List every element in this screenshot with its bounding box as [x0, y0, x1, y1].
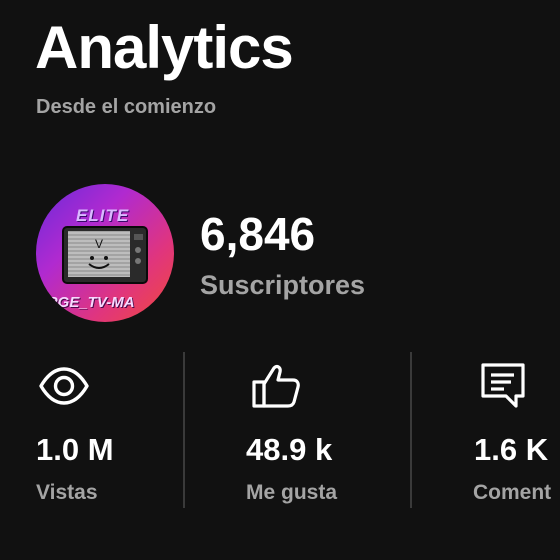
stat-comments-value: 1.6 K: [474, 432, 549, 467]
eye-icon: [39, 367, 89, 405]
subscriber-count: 6,846: [200, 208, 316, 260]
svg-text:V: V: [95, 237, 103, 251]
stat-likes-label: Me gusta: [246, 481, 338, 504]
stat-divider: [183, 352, 185, 508]
stat-likes-value: 48.9 k: [246, 432, 333, 467]
stat-comments-label: Coment: [473, 481, 552, 504]
page-subtitle: Desde el comienzo: [36, 96, 217, 118]
subscriber-label: Suscriptores: [200, 270, 366, 300]
comment-icon: [481, 363, 525, 408]
stat-views-label: Vistas: [36, 481, 98, 504]
stat-divider: [410, 352, 412, 508]
tv-icon: V: [62, 226, 148, 284]
thumbs-up-icon: [252, 365, 300, 408]
avatar-text-bottom: ARGE_TV-MA: [36, 294, 135, 311]
avatar-text-top: ELITE: [76, 206, 130, 225]
channel-avatar[interactable]: ELITE V ARGE_TV-MA: [36, 184, 174, 322]
page-title: Analytics: [35, 14, 294, 81]
stat-views-value: 1.0 M: [36, 432, 114, 467]
